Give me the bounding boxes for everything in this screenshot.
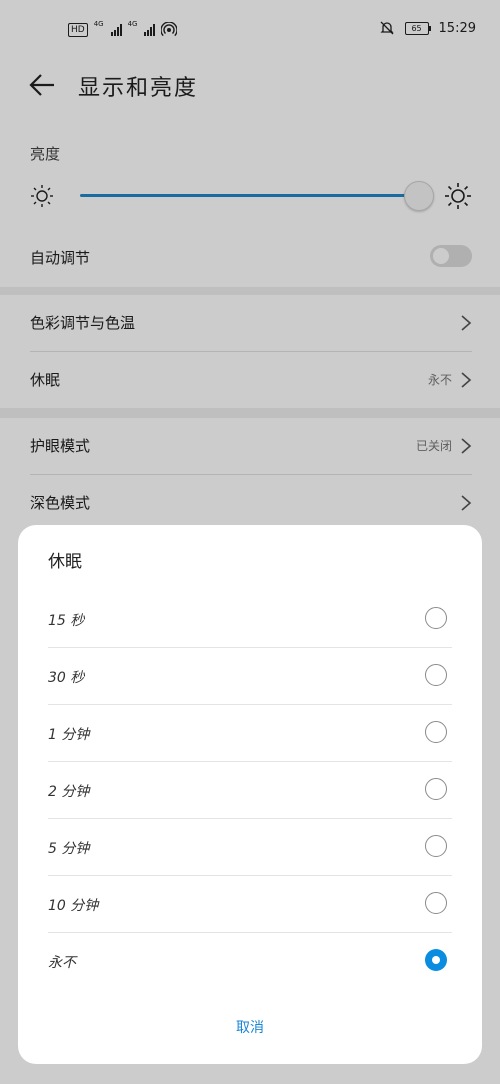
option-label: 15 秒 — [48, 613, 85, 629]
option-label: 5 分钟 — [48, 841, 90, 857]
sleep-option[interactable]: 15 秒 — [18, 591, 482, 648]
option-label: 永不 — [48, 955, 76, 971]
option-label: 2 分钟 — [48, 784, 90, 800]
option-label: 30 秒 — [48, 670, 85, 686]
sleep-option[interactable]: 10 分钟 — [18, 876, 482, 933]
sleep-option[interactable]: 2 分钟 — [18, 762, 482, 819]
sleep-dialog: 休眠 15 秒 30 秒 1 分钟 2 分钟 5 分钟 10 分钟 永不 取消 — [18, 525, 482, 1064]
sleep-option-selected[interactable]: 永不 — [18, 933, 482, 990]
cancel-button[interactable]: 取消 — [18, 1017, 482, 1037]
sleep-option[interactable]: 5 分钟 — [18, 819, 482, 876]
radio-button[interactable] — [425, 664, 447, 686]
radio-button[interactable] — [425, 607, 447, 629]
radio-button[interactable] — [425, 835, 447, 857]
sleep-option[interactable]: 30 秒 — [18, 648, 482, 705]
option-label: 10 分钟 — [48, 898, 99, 914]
radio-button[interactable] — [425, 778, 447, 800]
option-label: 1 分钟 — [48, 727, 90, 743]
radio-button[interactable] — [425, 721, 447, 743]
sleep-option[interactable]: 1 分钟 — [18, 705, 482, 762]
radio-button-selected[interactable] — [425, 949, 447, 971]
dialog-title: 休眠 — [48, 552, 82, 572]
radio-button[interactable] — [425, 892, 447, 914]
